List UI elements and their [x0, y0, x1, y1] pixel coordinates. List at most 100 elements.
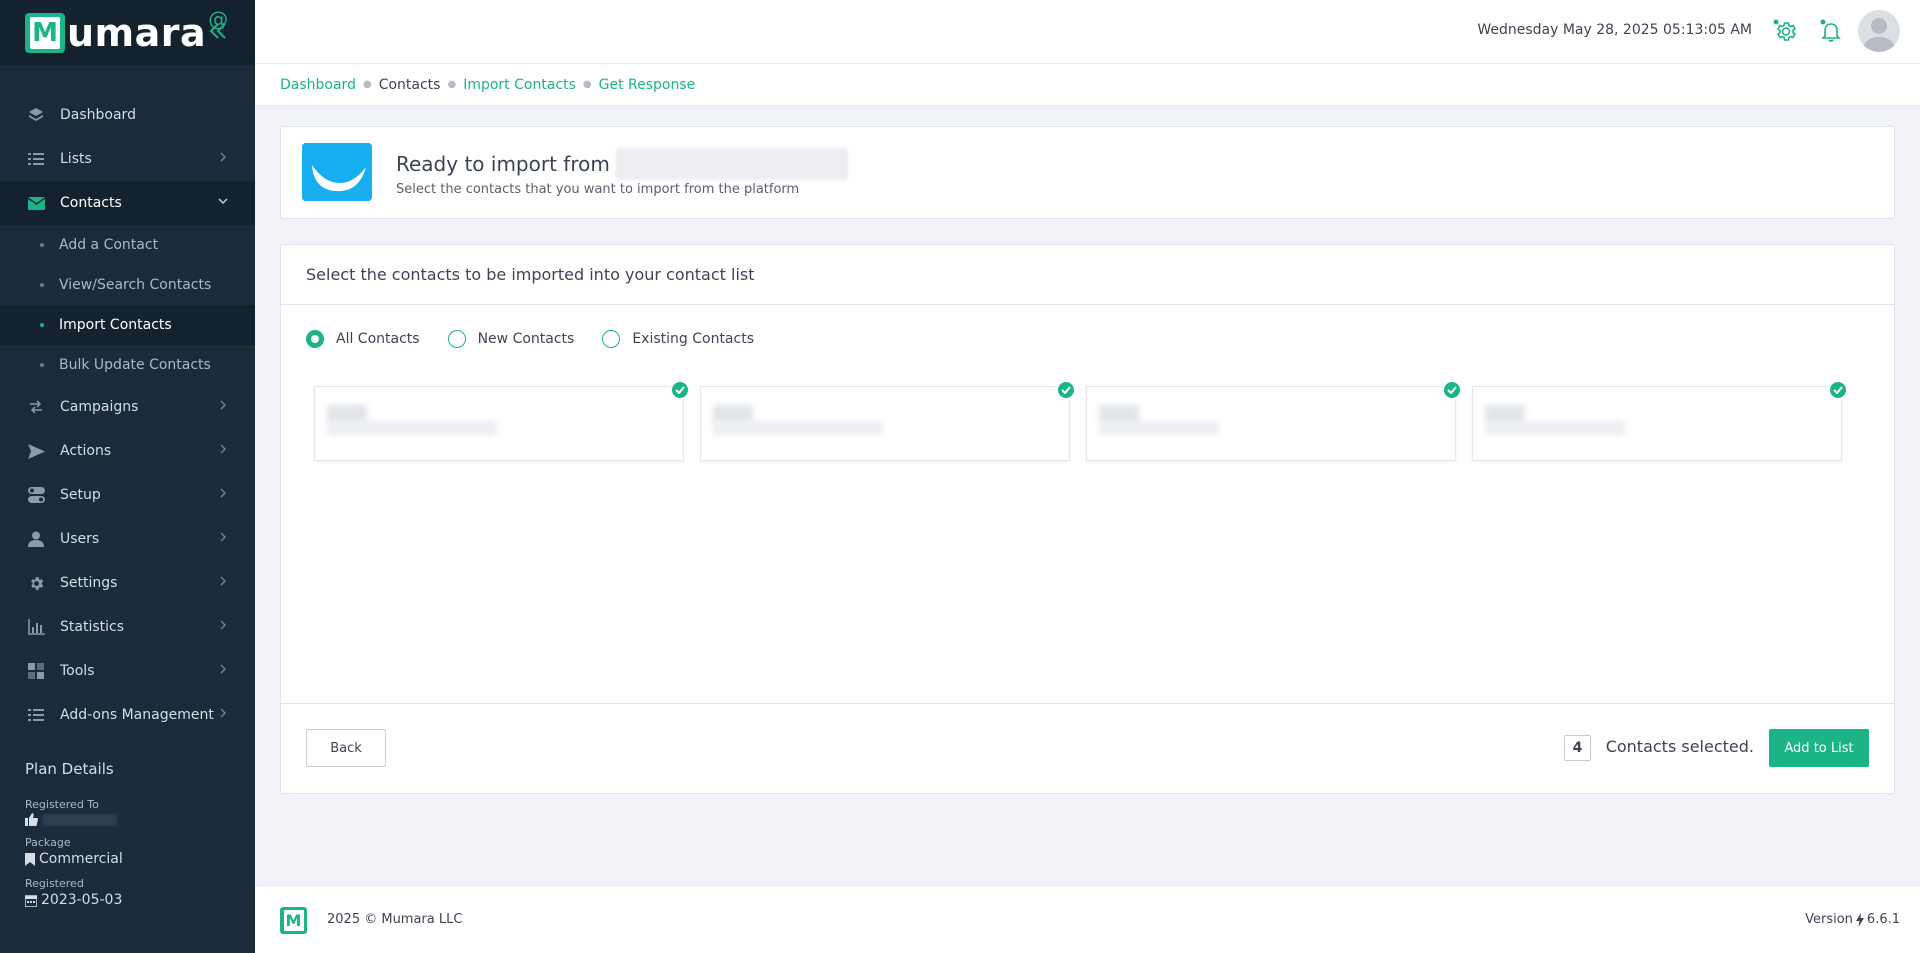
redacted-name [42, 813, 117, 826]
plan-details: Plan Details Registered To Package Comme… [25, 760, 235, 908]
envelope-icon [27, 194, 45, 212]
bullet [40, 243, 44, 247]
add-to-list-button[interactable]: Add to List [1769, 729, 1869, 767]
registered-date: 2023-05-03 [41, 892, 123, 908]
package-value: Commercial [25, 851, 235, 867]
chevron-right-icon [220, 620, 227, 630]
bell-icon[interactable] [1818, 18, 1844, 44]
chevron-right-icon [220, 708, 227, 718]
sidebar-item-addons-management[interactable]: Add-ons Management [0, 693, 255, 737]
selected-count-label: Contacts selected. [1605, 737, 1754, 756]
contact-card[interactable] [700, 380, 1076, 461]
radio-circle-checked [306, 330, 324, 348]
sidebar-item-actions[interactable]: Actions [0, 429, 255, 473]
sidebar-item-label: Tools [60, 663, 95, 679]
redacted-contact-email [327, 421, 497, 435]
sidebar: M umara @ Dashboard Lists Contacts Add a… [0, 0, 255, 953]
radio-existing-contacts[interactable]: Existing Contacts [602, 330, 754, 348]
radio-label: Existing Contacts [632, 331, 754, 347]
bolt-icon [1855, 912, 1864, 927]
sidebar-item-label: Dashboard [60, 107, 136, 123]
sidebar-item-label: Campaigns [60, 399, 139, 415]
radio-label: New Contacts [477, 331, 575, 347]
registered-label: Registered [25, 877, 84, 890]
sidebar-item-label: Contacts [60, 195, 122, 211]
package-text: Commercial [39, 851, 123, 867]
package-label: Package [25, 836, 71, 849]
swap-icon [27, 398, 45, 416]
user-icon [27, 530, 45, 548]
breadcrumb-separator: ● [582, 79, 592, 90]
breadcrumb-separator: ● [362, 79, 372, 90]
redacted-contact-email [1099, 421, 1219, 435]
dashboard-icon [27, 106, 45, 124]
chart-icon [27, 618, 45, 636]
sidebar-item-label: Setup [60, 487, 101, 503]
import-title-text: Ready to import from [396, 152, 610, 176]
sidebar-subitem-label: View/Search Contacts [59, 277, 212, 293]
chevron-right-icon [220, 488, 227, 498]
user-avatar-icon [1863, 18, 1895, 52]
sidebar-item-dashboard[interactable]: Dashboard [0, 93, 255, 137]
sidebar-item-contacts[interactable]: Contacts [0, 181, 255, 225]
getresponse-logo [302, 143, 372, 201]
card-footer: Back 4 Contacts selected. Add to List [281, 703, 1894, 793]
list-icon [27, 150, 45, 168]
collapse-sidebar-icon[interactable] [208, 20, 228, 42]
sidebar-item-settings[interactable]: Settings [0, 561, 255, 605]
check-icon [1828, 380, 1848, 400]
chevron-down-icon [218, 198, 228, 205]
breadcrumb-separator: ● [447, 79, 457, 90]
radio-circle [447, 330, 466, 348]
footer-logo-initial: M [283, 910, 304, 931]
send-icon [27, 442, 45, 460]
sidebar-subitem-add-contact[interactable]: Add a Contact [0, 225, 255, 265]
current-datetime: Wednesday May 28, 2025 05:13:05 AM [1477, 22, 1752, 38]
sidebar-subitem-label: Bulk Update Contacts [59, 357, 211, 373]
sidebar-subitem-label: Add a Contact [59, 237, 159, 253]
check-icon [1442, 380, 1462, 400]
contact-filter-radios: All Contacts New Contacts Existing Conta… [306, 330, 782, 348]
breadcrumb-dashboard[interactable]: Dashboard [280, 77, 356, 93]
sidebar-item-setup[interactable]: Setup [0, 473, 255, 517]
check-icon [670, 380, 690, 400]
sidebar-item-label: Users [60, 531, 100, 547]
grid-icon [27, 662, 45, 680]
select-contacts-card: Select the contacts to be imported into … [280, 244, 1895, 794]
contacts-submenu: Add a Contact View/Search Contacts Impor… [0, 225, 255, 385]
chevron-right-icon [220, 444, 227, 454]
registered-to-value [25, 813, 235, 826]
breadcrumb-get-response[interactable]: Get Response [599, 77, 696, 93]
sidebar-subitem-view-search-contacts[interactable]: View/Search Contacts [0, 265, 255, 305]
sidebar-subitem-label: Import Contacts [59, 317, 172, 333]
topbar: Wednesday May 28, 2025 05:13:05 AM [255, 0, 1920, 64]
sidebar-item-label: Add-ons Management [60, 707, 214, 723]
import-title: Ready to import from [396, 148, 848, 180]
breadcrumb-contacts: Contacts [378, 76, 441, 93]
gear-icon[interactable] [1772, 18, 1798, 44]
back-button[interactable]: Back [306, 729, 386, 767]
calendar-icon [25, 894, 37, 907]
contact-card[interactable] [1086, 380, 1462, 461]
getresponse-logo-icon [302, 143, 372, 201]
breadcrumb: Dashboard ● Contacts ● Import Contacts ●… [255, 64, 1920, 106]
contact-card[interactable] [314, 380, 690, 461]
sidebar-item-campaigns[interactable]: Campaigns [0, 385, 255, 429]
version-number: 6.6.1 [1866, 912, 1900, 927]
sidebar-subitem-import-contacts[interactable]: Import Contacts [0, 305, 255, 345]
sidebar-item-users[interactable]: Users [0, 517, 255, 561]
logo-mark[interactable]: M [25, 12, 65, 53]
chevron-right-icon [220, 664, 227, 674]
sidebar-item-statistics[interactable]: Statistics [0, 605, 255, 649]
sidebar-item-label: Actions [60, 443, 112, 459]
breadcrumb-import-contacts[interactable]: Import Contacts [463, 77, 576, 93]
sidebar-subitem-bulk-update-contacts[interactable]: Bulk Update Contacts [0, 345, 255, 385]
bookmark-icon [25, 852, 35, 866]
contact-card[interactable] [1472, 380, 1848, 461]
radio-circle [602, 330, 621, 348]
radio-new-contacts[interactable]: New Contacts [447, 330, 575, 348]
sidebar-item-tools[interactable]: Tools [0, 649, 255, 693]
avatar[interactable] [1858, 10, 1900, 52]
sidebar-item-lists[interactable]: Lists [0, 137, 255, 181]
radio-all-contacts[interactable]: All Contacts [306, 330, 420, 348]
